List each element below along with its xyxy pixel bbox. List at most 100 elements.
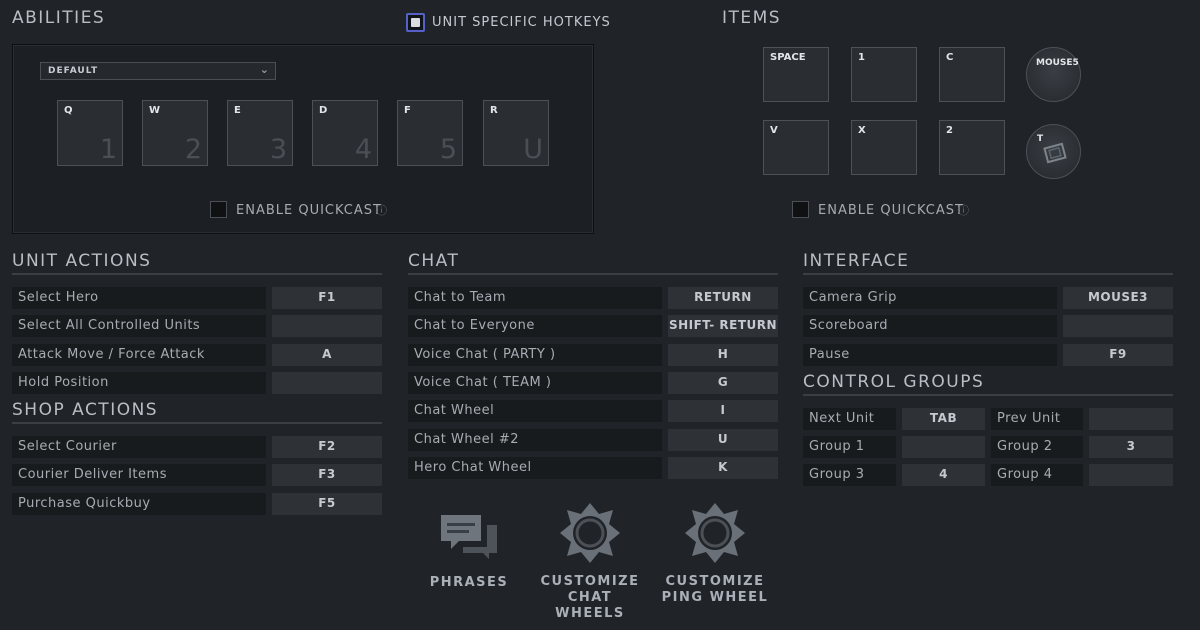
control-group-hotkey[interactable] [902, 436, 985, 458]
item-key-slot-6[interactable]: 2 [939, 120, 1005, 175]
ability-key-slot-3[interactable]: E 3 [227, 100, 293, 166]
item-key-slot-4[interactable]: V [763, 120, 829, 175]
ping-wheel-icon [685, 503, 745, 563]
teleport-scroll-icon [1043, 142, 1067, 164]
unit-specific-hotkeys-checkbox[interactable] [406, 13, 425, 32]
chat-action-label: Chat to Everyone [408, 315, 662, 337]
interface-action-label: Camera Grip [803, 287, 1057, 309]
chat-action-hotkey[interactable]: K [668, 457, 778, 479]
chat-action-label: Voice Chat ( TEAM ) [408, 372, 662, 394]
chat-action-hotkey[interactable]: G [668, 372, 778, 394]
shop-action-hotkey[interactable]: F5 [272, 493, 382, 515]
unit-action-label: Hold Position [12, 372, 266, 394]
ability-key-label: Q [64, 105, 73, 116]
item-key-slot-5[interactable]: X [851, 120, 917, 175]
ability-key-label: W [149, 105, 161, 116]
unit-action-hotkey[interactable] [272, 372, 382, 394]
item-key-slot-2[interactable]: 1 [851, 47, 917, 102]
unit-specific-hotkeys-label: UNIT SPECIFIC HOTKEYS [432, 15, 611, 30]
ability-key-slot-2[interactable]: W 2 [142, 100, 208, 166]
shop-action-label: Courier Deliver Items [12, 464, 266, 486]
ability-slot-number: U [523, 134, 543, 165]
unit-action-label: Select Hero [12, 287, 266, 309]
ability-key-slot-ultimate[interactable]: R U [483, 100, 549, 166]
shop-action-label: Select Courier [12, 436, 266, 458]
divider [803, 394, 1173, 396]
item-key-label: X [858, 125, 866, 136]
divider [408, 273, 778, 275]
control-group-hotkey[interactable]: 3 [1089, 436, 1173, 458]
chat-wheel-icon [560, 503, 620, 563]
items-quickcast-checkbox[interactable] [792, 201, 809, 218]
neutral-item-key-label: MOUSE5 [1036, 58, 1079, 68]
chat-title: CHAT [408, 251, 460, 271]
ability-key-slot-4[interactable]: D 4 [312, 100, 378, 166]
unit-action-label: Attack Move / Force Attack [12, 344, 266, 366]
control-group-hotkey[interactable] [1089, 464, 1173, 486]
unit-action-hotkey[interactable] [272, 315, 382, 337]
chat-action-hotkey[interactable]: I [668, 400, 778, 422]
control-group-label: Next Unit [803, 408, 896, 430]
ability-slot-number: 4 [354, 134, 372, 165]
neutral-item-slot[interactable]: MOUSE5 [1026, 47, 1081, 102]
chat-action-hotkey[interactable]: RETURN [668, 287, 778, 309]
customize-ping-wheel-label-line2: PING WHEEL [661, 590, 769, 605]
control-group-label: Group 1 [803, 436, 896, 458]
divider [12, 422, 382, 424]
customize-chat-wheels-button[interactable]: CUSTOMIZE CHAT WHEELS [535, 500, 645, 621]
info-icon[interactable]: ⓘ [958, 202, 969, 218]
divider [12, 273, 382, 275]
items-quickcast-label: ENABLE QUICKCAST [818, 203, 964, 218]
shop-action-hotkey[interactable]: F3 [272, 464, 382, 486]
abilities-title: ABILITIES [12, 8, 106, 28]
teleport-scroll-slot[interactable]: T [1026, 124, 1081, 179]
chat-action-hotkey[interactable]: U [668, 429, 778, 451]
ability-key-label: E [234, 105, 241, 116]
control-group-hotkey[interactable] [1089, 408, 1173, 430]
item-key-label: C [946, 52, 954, 63]
control-group-label: Group 2 [991, 436, 1083, 458]
item-key-label: V [770, 125, 778, 136]
ability-key-slot-5[interactable]: F 5 [397, 100, 463, 166]
ability-key-label: D [319, 105, 328, 116]
item-key-slot-3[interactable]: C [939, 47, 1005, 102]
control-group-label: Group 3 [803, 464, 896, 486]
ability-slot-number: 2 [184, 134, 202, 165]
interface-action-hotkey[interactable]: F9 [1063, 344, 1173, 366]
control-group-label: Group 4 [991, 464, 1083, 486]
info-icon[interactable]: ⓘ [376, 202, 387, 218]
interface-action-hotkey[interactable] [1063, 315, 1173, 337]
ability-key-label: R [490, 105, 498, 116]
interface-title: INTERFACE [803, 251, 910, 271]
shop-action-label: Purchase Quickbuy [12, 493, 266, 515]
ability-slot-number: 3 [269, 134, 287, 165]
unit-action-label: Select All Controlled Units [12, 315, 266, 337]
chat-action-hotkey[interactable]: SHIFT- RETURN [668, 315, 778, 337]
interface-action-hotkey[interactable]: MOUSE3 [1063, 287, 1173, 309]
control-group-hotkey[interactable]: TAB [902, 408, 985, 430]
shop-action-hotkey[interactable]: F2 [272, 436, 382, 458]
item-key-slot-1[interactable]: SPACE [763, 47, 829, 102]
chat-action-label: Chat Wheel [408, 400, 662, 422]
control-group-hotkey[interactable]: 4 [902, 464, 985, 486]
customize-chat-wheels-label-line1: CUSTOMIZE [540, 574, 640, 589]
ability-slot-number: 1 [99, 134, 117, 165]
ability-preset-dropdown[interactable]: DEFAULT ⌄ [40, 62, 276, 80]
unit-action-hotkey[interactable]: F1 [272, 287, 382, 309]
interface-action-label: Scoreboard [803, 315, 1057, 337]
chat-action-label: Voice Chat ( PARTY ) [408, 344, 662, 366]
interface-action-label: Pause [803, 344, 1057, 366]
item-key-label: 2 [946, 125, 953, 136]
phrases-button[interactable]: PHRASES [420, 505, 518, 605]
chat-action-hotkey[interactable]: H [668, 344, 778, 366]
unit-action-hotkey[interactable]: A [272, 344, 382, 366]
customize-ping-wheel-button[interactable]: CUSTOMIZE PING WHEEL [660, 500, 770, 610]
dropdown-value: DEFAULT [48, 66, 99, 76]
item-key-label: SPACE [770, 52, 806, 63]
divider [803, 273, 1173, 275]
ability-key-slot-1[interactable]: Q 1 [57, 100, 123, 166]
speech-bubbles-icon [441, 515, 497, 559]
abilities-quickcast-checkbox[interactable] [210, 201, 227, 218]
ability-key-label: F [404, 105, 411, 116]
item-key-label: 1 [858, 52, 865, 63]
